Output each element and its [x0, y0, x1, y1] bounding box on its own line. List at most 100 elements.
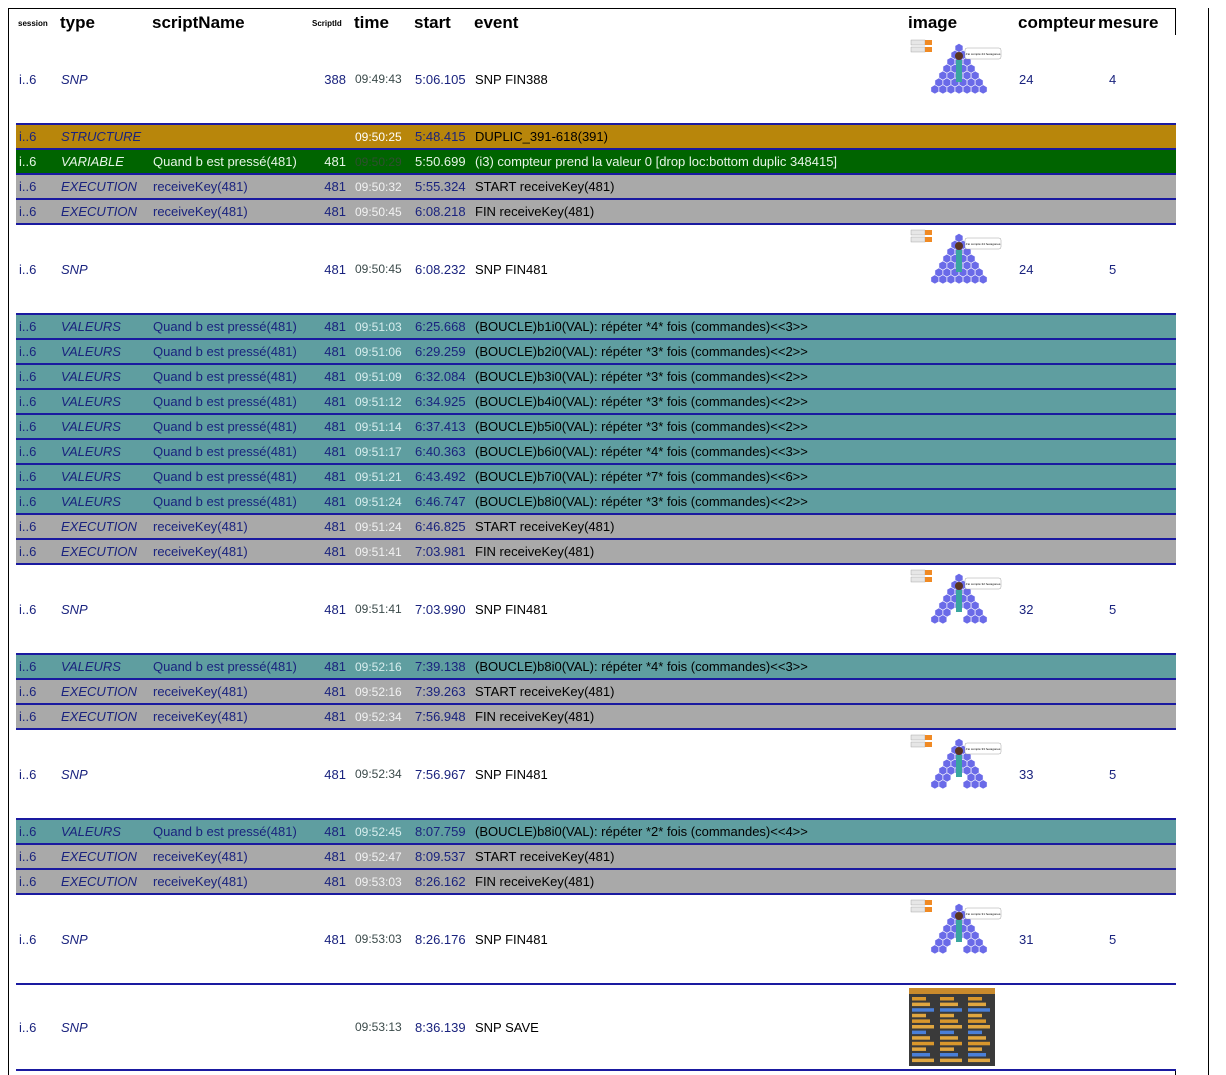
- table-row[interactable]: i..6 EXECUTION receiveKey(481) 481 09:53:03 8…: [16, 869, 1176, 895]
- table-row[interactable]: i..6 VALEURS Quand b est pressé(481) 481 09:…: [16, 464, 1176, 490]
- cell-image: [906, 149, 1016, 175]
- cell-event: (BOUCLE)b5i0(VAL): répéter *3* fois (com…: [472, 414, 906, 440]
- table-row[interactable]: i..6 SNP 481 09:52:34 7:56.967 SNP FIN481 J'ai…: [16, 729, 1176, 820]
- table-row[interactable]: i..6 SNP 388 09:49:43 5:06.105 SNP FIN388 J'ai…: [16, 35, 1176, 125]
- table-row[interactable]: i..6 VALEURS Quand b est pressé(481) 481 09:…: [16, 414, 1176, 440]
- cell-start: 5:50.699: [412, 149, 472, 175]
- cell-scriptname: receiveKey(481): [150, 539, 310, 565]
- table-row[interactable]: i..6 EXECUTION receiveKey(481) 481 09:52:47 8…: [16, 844, 1176, 870]
- cell-start: 6:34.925: [412, 389, 472, 415]
- cell-compteur: [1016, 389, 1096, 415]
- cell-image: [906, 124, 1016, 150]
- table-row[interactable]: i..6 EXECUTION receiveKey(481) 481 09:51:41 7…: [16, 539, 1176, 565]
- cell-type: SNP: [58, 564, 150, 655]
- cell-scriptid: 481: [310, 679, 352, 705]
- table-row[interactable]: i..6 SNP 09:53:13 8:36.139 SNP SAVE: [16, 984, 1176, 1071]
- cell-session: i..6: [16, 314, 58, 340]
- cell-time: 09:53:03: [352, 894, 412, 985]
- table-row[interactable]: i..6 VALEURS Quand b est pressé(481) 481 09:…: [16, 489, 1176, 515]
- cell-image: [906, 364, 1016, 390]
- cell-type: SNP: [58, 894, 150, 985]
- cell-scriptname: receiveKey(481): [150, 514, 310, 540]
- cell-mesure: 4: [1096, 35, 1176, 125]
- cell-scriptid: 481: [310, 364, 352, 390]
- script-editor-thumbnail[interactable]: [909, 986, 1009, 1068]
- cell-mesure: [1096, 869, 1176, 895]
- hexagon-pyramid-thumbnail[interactable]: J'ai compté 33 hexagones: [909, 733, 1009, 815]
- cell-compteur: [1016, 149, 1096, 175]
- cell-type: VALEURS: [58, 439, 150, 465]
- cell-scriptname: [150, 564, 310, 655]
- hexagon-pyramid-thumbnail[interactable]: J'ai compté 24 hexagones: [909, 38, 1009, 120]
- cell-scriptid: 481: [310, 654, 352, 680]
- cell-scriptid: 481: [310, 489, 352, 515]
- table-row[interactable]: i..6 EXECUTION receiveKey(481) 481 09:52:34 7…: [16, 704, 1176, 730]
- table-row[interactable]: i..6 SNP 481 09:51:41 7:03.990 SNP FIN481 J'ai…: [16, 564, 1176, 655]
- table-row[interactable]: i..6 SNP 481 09:53:03 8:26.176 SNP FIN481 J'ai…: [16, 894, 1176, 985]
- table-row[interactable]: i..6 EXECUTION receiveKey(481) 481 09:51:24 6…: [16, 514, 1176, 540]
- cell-scriptname: [150, 35, 310, 125]
- cell-mesure: [1096, 679, 1176, 705]
- cell-start: 7:39.263: [412, 679, 472, 705]
- cell-time: 09:50:32: [352, 174, 412, 200]
- table-row[interactable]: i..6 VALEURS Quand b est pressé(481) 481 09:…: [16, 439, 1176, 465]
- cell-start: 6:25.668: [412, 314, 472, 340]
- table-row[interactable]: i..6 VALEURS Quand b est pressé(481) 481 09:…: [16, 339, 1176, 365]
- cell-event: (BOUCLE)b8i0(VAL): répéter *2* fois (com…: [472, 819, 906, 845]
- hexagon-pyramid-thumbnail[interactable]: J'ai compté 32 hexagones: [909, 568, 1009, 650]
- cell-mesure: [1096, 364, 1176, 390]
- table-row[interactable]: i..6 VALEURS Quand b est pressé(481) 481 09:…: [16, 364, 1176, 390]
- table-row[interactable]: i..6 VALEURS Quand b est pressé(481) 481 09:…: [16, 819, 1176, 845]
- cell-scriptname: Quand b est pressé(481): [150, 654, 310, 680]
- cell-image: [906, 679, 1016, 705]
- cell-time: 09:50:45: [352, 199, 412, 225]
- cell-compteur: [1016, 199, 1096, 225]
- cell-scriptname: Quand b est pressé(481): [150, 414, 310, 440]
- table-row[interactable]: i..6 EXECUTION receiveKey(481) 481 09:50:32 5…: [16, 174, 1176, 200]
- cell-compteur: [1016, 414, 1096, 440]
- cell-event: (BOUCLE)b8i0(VAL): répéter *3* fois (com…: [472, 489, 906, 515]
- cell-scriptname: receiveKey(481): [150, 679, 310, 705]
- cell-scriptid: 481: [310, 439, 352, 465]
- cell-type: SNP: [58, 224, 150, 315]
- table-row[interactable]: i..6 VARIABLE Quand b est pressé(481) 481 09…: [16, 149, 1176, 175]
- cell-event: SNP SAVE: [472, 984, 906, 1071]
- cell-compteur: [1016, 844, 1096, 870]
- cell-type: VALEURS: [58, 819, 150, 845]
- hexagon-pyramid-thumbnail[interactable]: J'ai compté 24 hexagones: [909, 228, 1009, 310]
- table-row[interactable]: i..6 SNP 481 09:50:45 6:08.232 SNP FIN481 J'ai…: [16, 224, 1176, 315]
- cell-compteur: [1016, 464, 1096, 490]
- hexagon-pyramid-thumbnail[interactable]: J'ai compté 31 hexagones: [909, 898, 1009, 980]
- cell-time: 09:53:13: [352, 984, 412, 1071]
- cell-scriptid: 481: [310, 414, 352, 440]
- table-row[interactable]: i..6 EXECUTION receiveKey(481) 481 09:50:45 6…: [16, 199, 1176, 225]
- cell-compteur: [1016, 314, 1096, 340]
- cell-type: EXECUTION: [58, 174, 150, 200]
- cell-time: 09:50:45: [352, 224, 412, 315]
- cell-session: i..6: [16, 464, 58, 490]
- cell-type: EXECUTION: [58, 844, 150, 870]
- speech-bubble-text: J'ai compté 31 hexagones: [966, 912, 1001, 916]
- table-row[interactable]: i..6 STRUCTURE 09:50:25 5:48.415 DUPLIC_391-…: [16, 124, 1176, 150]
- cell-compteur: [1016, 364, 1096, 390]
- header-scriptname: scriptName: [152, 13, 245, 32]
- cell-compteur: [1016, 679, 1096, 705]
- table-row[interactable]: i..6 VALEURS Quand b est pressé(481) 481 09:…: [16, 389, 1176, 415]
- cell-type: VARIABLE: [58, 149, 150, 175]
- cell-image: [906, 199, 1016, 225]
- table-row[interactable]: i..6 VALEURS Quand b est pressé(481) 481 09:…: [16, 654, 1176, 680]
- cell-scriptid: 481: [310, 339, 352, 365]
- cell-image: J'ai compté 33 hexagones: [906, 729, 1016, 820]
- header-session: session: [18, 18, 48, 28]
- cell-type: EXECUTION: [58, 539, 150, 565]
- cell-session: i..6: [16, 124, 58, 150]
- cell-image: J'ai compté 32 hexagones: [906, 564, 1016, 655]
- cell-type: VALEURS: [58, 389, 150, 415]
- table-row[interactable]: i..6 VALEURS Quand b est pressé(481) 481 09:…: [16, 314, 1176, 340]
- cell-start: 8:36.139: [412, 984, 472, 1071]
- cell-scriptname: Quand b est pressé(481): [150, 389, 310, 415]
- table-row[interactable]: i..6 EXECUTION receiveKey(481) 481 09:52:16 7…: [16, 679, 1176, 705]
- cell-image: [906, 984, 1016, 1071]
- cell-image: [906, 464, 1016, 490]
- cell-mesure: [1096, 819, 1176, 845]
